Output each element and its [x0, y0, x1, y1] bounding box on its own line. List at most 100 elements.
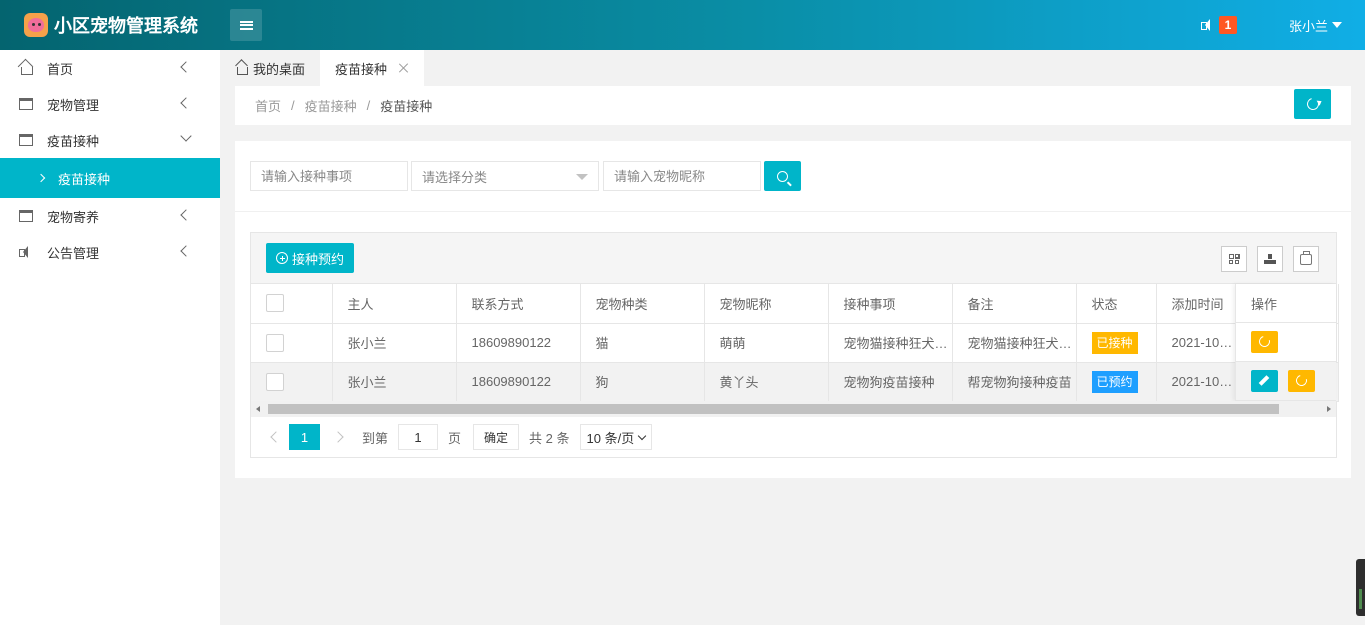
species-cell: 狗 [580, 362, 705, 402]
sidebar-item-label: 宠物管理 [47, 97, 100, 113]
operations-cell [1236, 323, 1336, 362]
app-logo[interactable]: 小区宠物管理系统 [0, 12, 220, 38]
breadcrumb-separator: / [291, 98, 295, 113]
scroll-left-icon[interactable] [256, 406, 260, 412]
sidebar-item-announcements[interactable]: 公告管理 [0, 234, 220, 270]
goto-confirm-button[interactable]: 确定 [473, 424, 520, 450]
pencil-icon [1258, 375, 1270, 386]
prev-page-icon[interactable] [265, 424, 285, 450]
table-row: 张小兰 18609890122 狗 黄丫头 宠物狗疫苗接种 帮宠物狗接种疫苗 已… [251, 362, 1339, 402]
note-cell: 宠物猫接种狂犬疫苗 [952, 323, 1077, 363]
sidebar-subitem-vaccination[interactable]: 疫苗接种 [0, 158, 220, 198]
sidebar-item-pet-boarding[interactable]: 宠物寄养 [0, 198, 220, 234]
add-appointment-button[interactable]: 接种预约 [266, 243, 355, 273]
export-button[interactable] [1257, 246, 1283, 272]
top-header: 小区宠物管理系统 1 张小兰 [0, 0, 1365, 50]
sidebar-item-label: 首页 [47, 61, 74, 77]
data-table: 接种预约 主人 联系方式 宠物种类 宠物昵称 接种事项 备注 状态 添加时间 张… [250, 232, 1339, 458]
chevron-right-icon [36, 173, 46, 183]
column-header[interactable]: 联系方式 [456, 284, 581, 324]
category-select-placeholder: 请选择分类 [422, 169, 488, 185]
side-widget[interactable] [1356, 559, 1365, 616]
goto-page-input[interactable] [398, 424, 439, 450]
tab-desktop[interactable]: 我的桌面 [220, 50, 320, 86]
sidebar-item-home[interactable]: 首页 [0, 50, 220, 86]
column-header[interactable]: 宠物昵称 [704, 284, 829, 324]
refresh-icon [1256, 333, 1273, 350]
print-button[interactable] [1293, 246, 1319, 272]
time-cell: 2021-10-14 [1156, 362, 1238, 402]
tab-label: 疫苗接种 [335, 61, 388, 77]
operations-column: 操作 [1235, 284, 1336, 401]
refresh-icon [1293, 372, 1310, 389]
row-select-cell [251, 323, 333, 363]
page-size-select[interactable]: 10 条/页 [579, 424, 653, 450]
vaccine-item-cell: 宠物猫接种狂犬疫苗 [828, 323, 953, 363]
column-header[interactable]: 添加时间 [1156, 284, 1238, 324]
tab-vaccination[interactable]: 疫苗接种 [320, 50, 425, 86]
pet-logo-icon [24, 13, 48, 37]
menu-toggle-button[interactable] [230, 9, 262, 41]
search-form: 请选择分类 [250, 161, 801, 191]
table-row: 张小兰 18609890122 猫 萌萌 宠物猫接种狂犬疫苗 宠物猫接种狂犬疫苗… [251, 323, 1339, 363]
edit-button[interactable] [1251, 370, 1278, 392]
pagination: 1 到第 页 确定 共 2 条 10 条/页 [251, 417, 1336, 457]
chevron-left-icon [180, 245, 192, 257]
vaccine-item-input[interactable] [250, 161, 408, 191]
reset-button[interactable] [1288, 370, 1315, 392]
dropdown-arrow-icon [576, 174, 588, 180]
column-header[interactable]: 宠物种类 [580, 284, 705, 324]
nickname-cell: 萌萌 [704, 323, 829, 363]
calendar-icon [19, 134, 33, 146]
total-count: 共 2 条 [529, 430, 570, 446]
breadcrumb-item[interactable]: 首页 [255, 96, 281, 115]
row-select-cell [251, 362, 333, 402]
scroll-right-icon[interactable] [1327, 406, 1331, 412]
refresh-button[interactable] [1294, 89, 1331, 119]
species-cell: 猫 [580, 323, 705, 363]
sidebar-subitem-label: 疫苗接种 [58, 171, 111, 187]
phone-cell: 18609890122 [456, 323, 581, 363]
sidebar-item-pet-management[interactable]: 宠物管理 [0, 86, 220, 122]
current-page[interactable]: 1 [289, 424, 320, 450]
main-panel: 请选择分类 接种预约 [235, 141, 1351, 478]
column-header[interactable]: 主人 [332, 284, 457, 324]
sidebar: 首页 宠物管理 疫苗接种 疫苗接种 宠物寄养 公告管理 [0, 50, 220, 625]
user-name: 张小兰 [1288, 18, 1328, 34]
time-cell: 2021-10-14 [1156, 323, 1238, 363]
columns-filter-button[interactable] [1221, 246, 1247, 272]
pet-nickname-input[interactable] [603, 161, 761, 191]
close-icon[interactable] [399, 63, 409, 73]
notice-button[interactable]: 1 [1200, 16, 1237, 34]
home-icon [19, 62, 33, 75]
search-button[interactable] [764, 161, 801, 191]
horizontal-scrollbar[interactable] [251, 401, 1336, 417]
category-select[interactable]: 请选择分类 [411, 161, 599, 191]
grid-icon [1228, 253, 1240, 265]
select-all-checkbox[interactable] [266, 294, 284, 313]
sidebar-item-label: 疫苗接种 [47, 133, 100, 149]
reset-button[interactable] [1251, 331, 1278, 353]
sidebar-item-vaccination[interactable]: 疫苗接种 [0, 122, 220, 158]
operations-cell [1236, 362, 1336, 401]
column-header[interactable]: 状态 [1076, 284, 1157, 324]
scrollbar-thumb[interactable] [268, 404, 1279, 414]
column-header[interactable]: 备注 [952, 284, 1077, 324]
chevron-down-icon [637, 431, 647, 440]
calendar-icon [19, 210, 33, 222]
owner-cell: 张小兰 [332, 323, 457, 363]
row-checkbox[interactable] [266, 372, 284, 391]
breadcrumb-separator: / [366, 98, 371, 113]
next-page-icon[interactable] [330, 424, 350, 450]
user-menu[interactable]: 张小兰 [1289, 16, 1342, 35]
export-icon [1263, 254, 1277, 264]
tab-label: 我的桌面 [253, 61, 306, 77]
chevron-left-icon [180, 97, 192, 109]
breadcrumb-item[interactable]: 疫苗接种 [305, 96, 357, 115]
hamburger-icon [239, 20, 253, 30]
column-header[interactable]: 接种事项 [828, 284, 953, 324]
chevron-down-icon [180, 130, 192, 142]
row-checkbox[interactable] [266, 333, 284, 352]
plus-circle-icon [276, 252, 288, 264]
home-icon [235, 62, 248, 75]
